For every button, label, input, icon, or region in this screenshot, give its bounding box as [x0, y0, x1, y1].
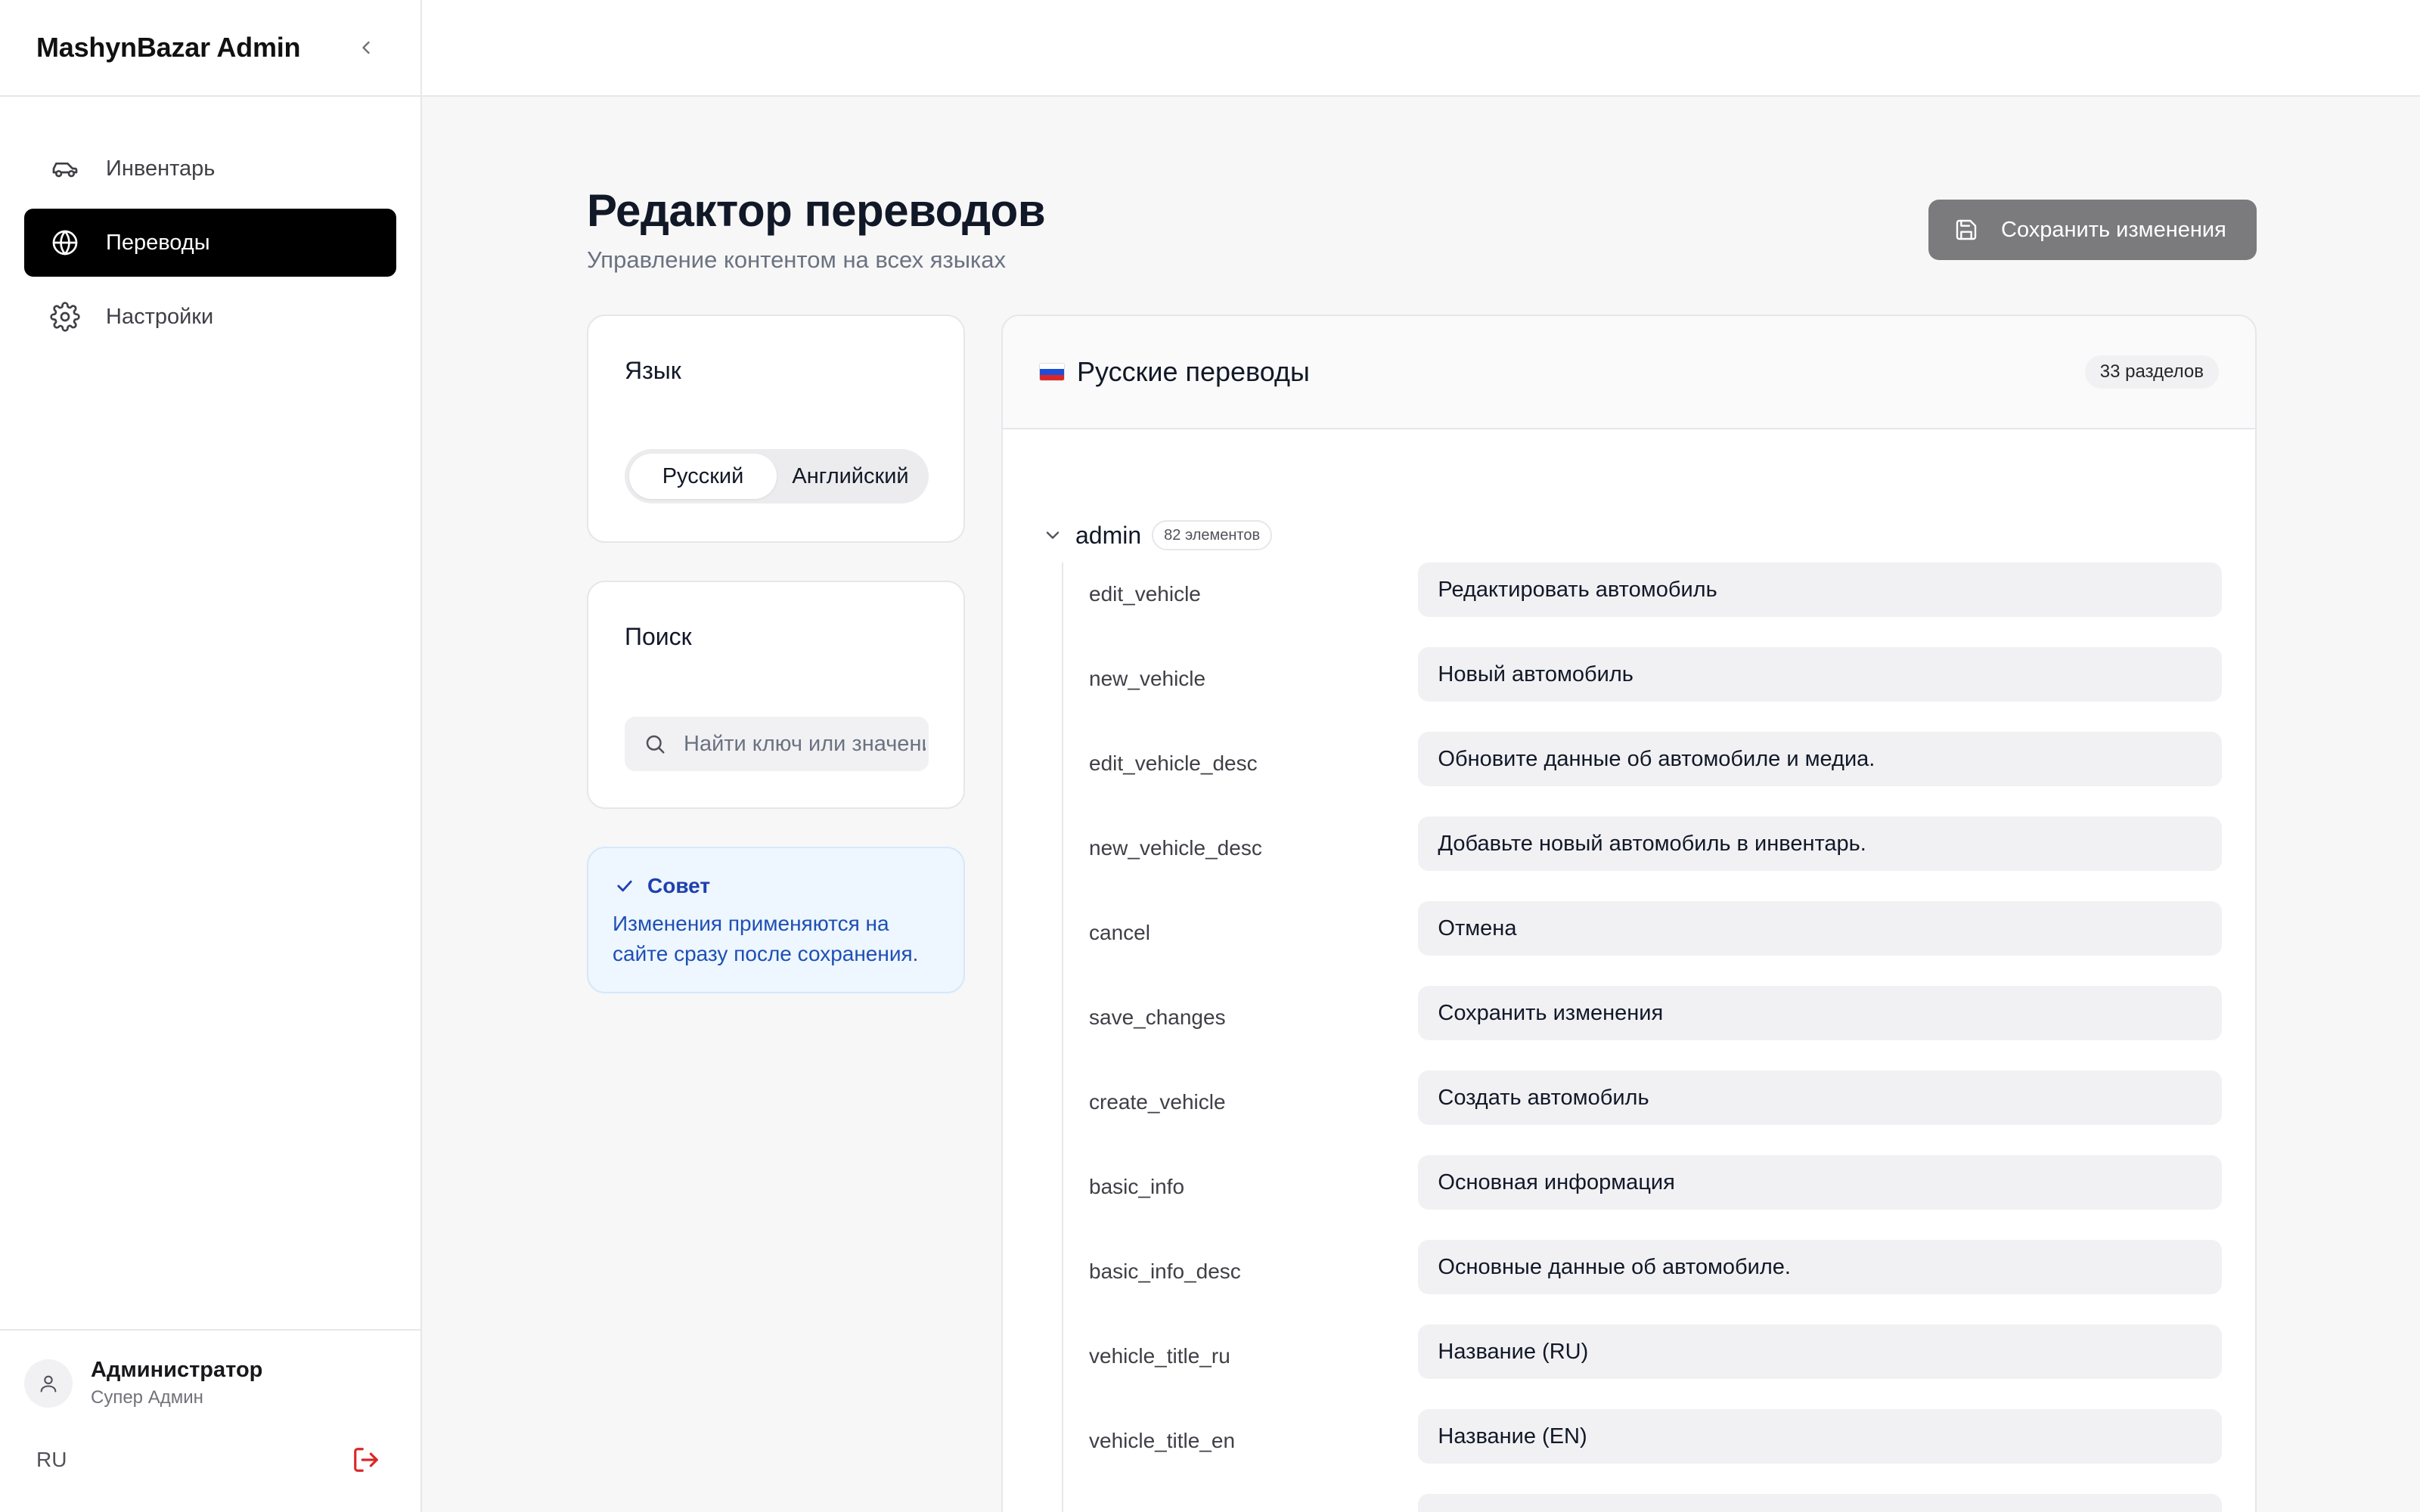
- tip-box: Совет Изменения применяются на сайте сра…: [587, 847, 965, 993]
- translation-key: vehicle_title_ru: [1089, 1344, 1230, 1368]
- top-bar: [422, 0, 2420, 97]
- translation-rows: edit_vehicle new_vehicle edit_vehicle_de…: [1062, 562, 2222, 1512]
- collapse-sidebar-button[interactable]: [348, 29, 384, 66]
- avatar: [24, 1359, 73, 1408]
- translation-value-input[interactable]: [1418, 986, 2222, 1040]
- language-card-title: Язык: [625, 357, 681, 384]
- sidebar-item-inventory[interactable]: Инвентарь: [24, 135, 396, 203]
- language-toggle: Русский Английский: [625, 449, 929, 503]
- language-option-russian[interactable]: Русский: [629, 454, 777, 499]
- translation-key: vehicle_title_en: [1089, 1429, 1236, 1452]
- sections-count-badge: 33 разделов: [2084, 355, 2219, 389]
- user-role: Супер Админ: [91, 1387, 203, 1408]
- translation-row: edit_vehicle_desc: [1063, 732, 2222, 816]
- sidebar-item-label: Инвентарь: [106, 156, 216, 181]
- sidebar-item-translations[interactable]: Переводы: [24, 209, 396, 277]
- translation-value-input[interactable]: [1418, 1494, 2222, 1512]
- logout-button[interactable]: [348, 1442, 384, 1478]
- section-count-badge: 82 элементов: [1152, 520, 1273, 550]
- sidebar-header: MashynBazar Admin: [0, 0, 420, 97]
- main-content: Редактор переводов Управление контентом …: [422, 98, 2420, 1512]
- translation-row: cancel: [1063, 901, 2222, 986]
- logout-icon: [354, 1448, 378, 1472]
- app-title: MashynBazar Admin: [36, 32, 301, 63]
- section-header: admin 82 элементов: [1039, 520, 1273, 550]
- translation-key: edit_vehicle: [1089, 582, 1201, 606]
- sidebar-item-label: Переводы: [106, 230, 210, 255]
- translation-value-input[interactable]: [1418, 901, 2222, 956]
- translation-key: save_changes: [1089, 1005, 1226, 1029]
- globe-icon: [48, 226, 82, 259]
- translation-row: basic_info_desc: [1063, 1240, 2222, 1325]
- search-icon: [641, 730, 669, 758]
- section-name[interactable]: admin: [1075, 522, 1141, 550]
- page-title: Редактор переводов: [587, 185, 1046, 236]
- app-root: MashynBazar Admin Инвентарь Переводы Нас…: [0, 0, 2420, 1512]
- sidebar: MashynBazar Admin Инвентарь Переводы Нас…: [0, 0, 422, 1512]
- chevron-down-icon[interactable]: [1039, 522, 1066, 549]
- panel-header: Русские переводы 33 разделов: [1003, 316, 2255, 429]
- translation-value-input[interactable]: [1418, 1325, 2222, 1379]
- page-subtitle: Управление контентом на всех языках: [587, 246, 1006, 273]
- translation-row: vehicle_title_en: [1063, 1409, 2222, 1494]
- translation-key: new_vehicle: [1089, 667, 1206, 690]
- language-switch[interactable]: RU: [36, 1448, 67, 1472]
- chevron-left-icon: [362, 41, 370, 54]
- search-card: Поиск: [587, 581, 965, 809]
- translation-key: [1063, 1494, 1418, 1512]
- car-icon: [48, 152, 82, 185]
- language-option-english[interactable]: Английский: [777, 454, 924, 499]
- translation-row: basic_info: [1063, 1155, 2222, 1240]
- translation-row: [1063, 1494, 2222, 1512]
- user-profile[interactable]: Администратор Супер Админ: [24, 1358, 396, 1408]
- sidebar-item-label: Настройки: [106, 304, 214, 329]
- panel-title: Русские переводы: [1077, 356, 1310, 387]
- gear-icon: [48, 300, 82, 333]
- check-icon: [613, 874, 637, 898]
- translation-row: new_vehicle: [1063, 647, 2222, 732]
- translation-value-input[interactable]: [1418, 732, 2222, 786]
- translation-value-input[interactable]: [1418, 647, 2222, 702]
- translation-key: create_vehicle: [1089, 1090, 1226, 1114]
- translation-value-input[interactable]: [1418, 1070, 2222, 1125]
- translation-key: basic_info_desc: [1089, 1259, 1241, 1283]
- sidebar-nav: Инвентарь Переводы Настройки: [0, 97, 420, 351]
- search-input[interactable]: [684, 731, 926, 757]
- tip-title: Совет: [647, 874, 711, 897]
- translation-value-input[interactable]: [1418, 1155, 2222, 1210]
- translation-key: new_vehicle_desc: [1089, 836, 1262, 860]
- translation-row: save_changes: [1063, 986, 2222, 1070]
- translation-key: edit_vehicle_desc: [1089, 751, 1258, 775]
- sidebar-footer: Администратор Супер Админ RU: [0, 1329, 420, 1512]
- russia-flag-icon: [1039, 363, 1065, 381]
- translation-row: edit_vehicle: [1063, 562, 2222, 647]
- translation-row: vehicle_title_ru: [1063, 1325, 2222, 1409]
- save-icon: [1953, 216, 1980, 243]
- user-icon: [40, 1375, 57, 1393]
- translation-value-input[interactable]: [1418, 1240, 2222, 1294]
- user-name: Администратор: [91, 1358, 263, 1382]
- save-changes-button[interactable]: Сохранить изменения: [1928, 200, 2257, 260]
- translation-row: create_vehicle: [1063, 1070, 2222, 1155]
- translation-key: basic_info: [1089, 1175, 1185, 1198]
- translation-value-input[interactable]: [1418, 816, 2222, 871]
- sidebar-item-settings[interactable]: Настройки: [24, 283, 396, 351]
- save-button-label: Сохранить изменения: [2001, 217, 2226, 242]
- translation-row: new_vehicle_desc: [1063, 816, 2222, 901]
- translation-value-input[interactable]: [1418, 1409, 2222, 1464]
- translations-panel: Русские переводы 33 разделов admin 82 эл…: [1001, 314, 2257, 1512]
- translation-value-input[interactable]: [1418, 562, 2222, 617]
- language-card: Язык Русский Английский: [587, 314, 965, 543]
- translation-key: cancel: [1089, 921, 1150, 944]
- search-box: [625, 717, 929, 771]
- tip-text: Изменения применяются на сайте сразу пос…: [613, 912, 919, 965]
- search-card-title: Поиск: [625, 623, 692, 650]
